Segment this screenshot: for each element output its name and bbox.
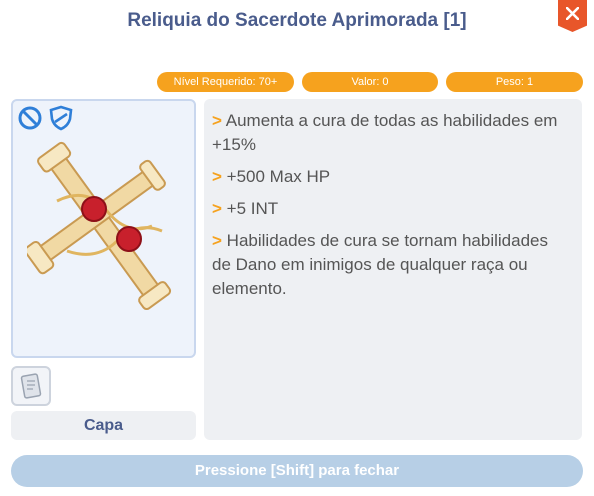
description-line: > Aumenta a cura de todas as habilidades… bbox=[212, 111, 558, 154]
shield-icon bbox=[49, 105, 73, 131]
bullet-marker: > bbox=[212, 111, 222, 130]
bullet-marker: > bbox=[212, 167, 222, 186]
close-button[interactable] bbox=[558, 0, 587, 32]
description-panel: > Aumenta a cura de todas as habilidades… bbox=[204, 99, 582, 440]
relic-cross-image bbox=[27, 141, 172, 311]
window-title: Reliquia do Sacerdote Aprimorada [1] bbox=[127, 10, 467, 31]
close-icon bbox=[566, 7, 579, 20]
description-line: > +5 INT bbox=[212, 199, 279, 218]
description-line: > +500 Max HP bbox=[212, 167, 331, 186]
required-level-badge: Nível Requerido: 70+ bbox=[157, 72, 294, 92]
bullet-marker: > bbox=[212, 231, 222, 250]
item-type-label: Capa bbox=[11, 411, 196, 440]
weight-badge: Peso: 1 bbox=[446, 72, 583, 92]
close-hint-button[interactable]: Pressione [Shift] para fechar bbox=[11, 455, 583, 487]
no-entry-icon bbox=[18, 106, 42, 130]
bullet-marker: > bbox=[212, 199, 222, 218]
description-line: > Habilidades de cura se tornam habilida… bbox=[212, 231, 548, 298]
item-image-panel bbox=[11, 99, 196, 358]
value-badge: Valor: 0 bbox=[302, 72, 438, 92]
card-slot-icon bbox=[20, 373, 42, 399]
item-slot-thumbnail[interactable] bbox=[11, 366, 51, 406]
